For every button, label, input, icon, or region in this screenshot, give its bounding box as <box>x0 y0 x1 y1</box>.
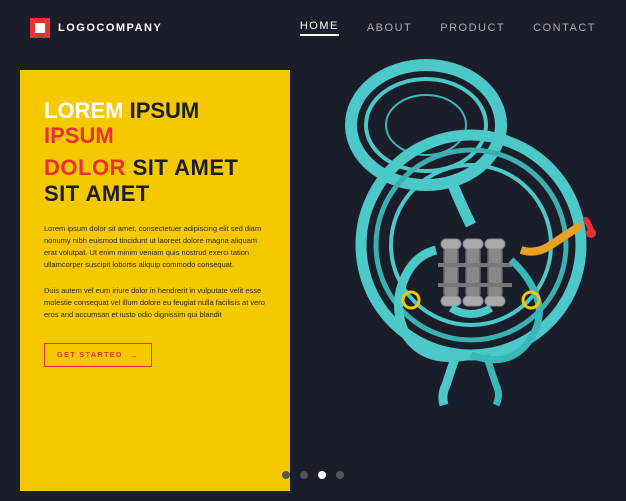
pagination-dot-2[interactable] <box>300 471 308 479</box>
hero-body-2: Duis autem vel eum iriure dolor in hendr… <box>44 285 266 321</box>
pagination-dot-3[interactable] <box>318 471 326 479</box>
navigation: HOME ABOUT PRODUCT CONTACT <box>300 20 596 36</box>
hero-subtitle: DOLOR SIT AMET SIT AMET <box>44 155 266 207</box>
hero-title-ipsum: IPSUM <box>130 98 200 123</box>
logo-icon <box>30 18 50 38</box>
nav-home[interactable]: HOME <box>300 20 339 36</box>
hero-title-ipsum-colored: IPSUM <box>44 123 114 148</box>
cta-button[interactable]: GET STARTED → <box>44 343 152 367</box>
hero-title-white: LOREM <box>44 98 123 123</box>
hero-sit-amet: SIT AMET <box>133 155 239 180</box>
hero-title-line1: LOREM IPSUM IPSUM <box>44 98 266 149</box>
nav-product[interactable]: PRODUCT <box>440 22 505 34</box>
logo-area: LOGOCOMPANY <box>30 18 162 38</box>
logo-text: LOGOCOMPANY <box>58 22 162 34</box>
nav-about[interactable]: ABOUT <box>367 22 412 34</box>
hero-dolor: DOLOR <box>44 155 126 180</box>
header: LOGOCOMPANY HOME ABOUT PRODUCT CONTACT <box>0 0 626 48</box>
right-section <box>290 60 626 501</box>
page-wrapper: LOGOCOMPANY HOME ABOUT PRODUCT CONTACT L… <box>0 0 626 501</box>
hero-sit-amet-text: SIT AMET <box>44 181 150 206</box>
cta-label: GET STARTED <box>57 350 123 359</box>
cta-arrow-icon: → <box>129 350 139 360</box>
nav-contact[interactable]: CONTACT <box>533 22 596 34</box>
pagination-dot-1[interactable] <box>282 471 290 479</box>
horn-illustration <box>296 50 626 410</box>
hero-body-1: Lorem ipsum dolor sit amet, consectetuer… <box>44 223 266 271</box>
main-content: LOREM IPSUM IPSUM DOLOR SIT AMET SIT AME… <box>0 60 626 501</box>
pagination-dot-4[interactable] <box>336 471 344 479</box>
pagination <box>282 471 344 479</box>
yellow-card: LOREM IPSUM IPSUM DOLOR SIT AMET SIT AME… <box>20 70 290 491</box>
